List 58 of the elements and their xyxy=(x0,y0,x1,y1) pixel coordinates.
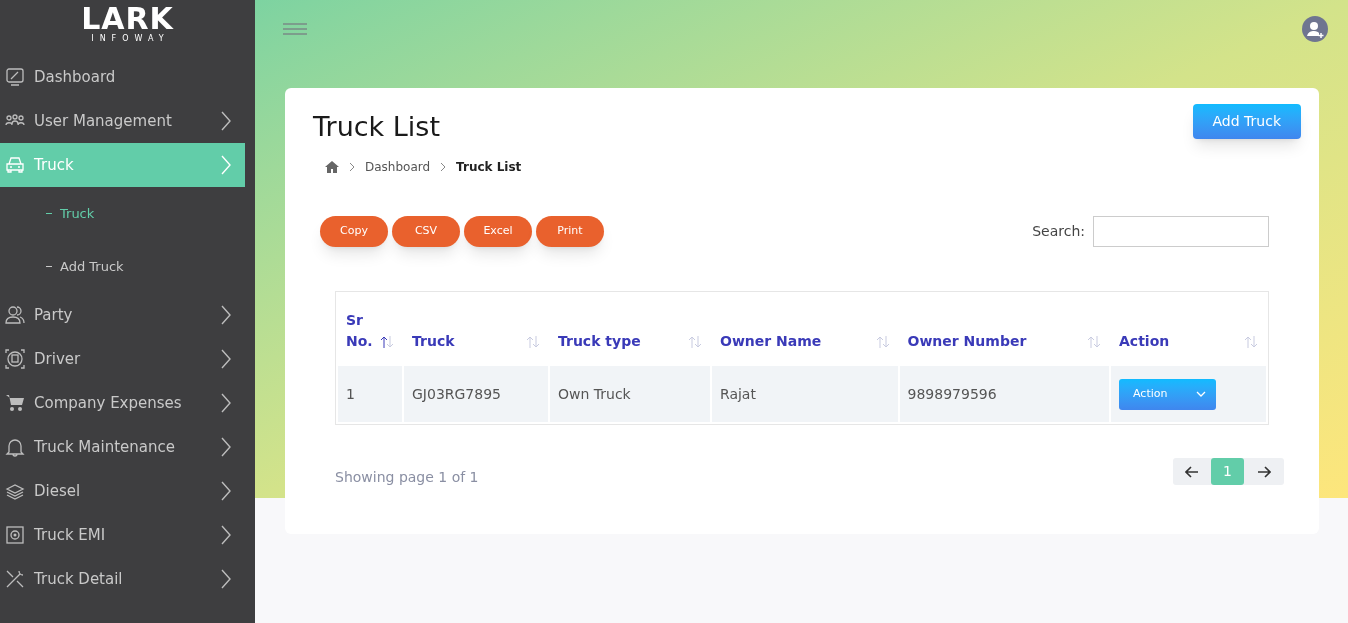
table-cell: 9898979596 xyxy=(907,385,997,402)
table-cell: 1 xyxy=(346,385,355,402)
cart-icon xyxy=(4,393,26,413)
caret-icon xyxy=(1196,391,1206,397)
search-field[interactable] xyxy=(1093,216,1269,247)
chevron-right-icon xyxy=(221,349,231,369)
column-header[interactable]: Owner Number xyxy=(907,331,1027,352)
export-button[interactable]: CSV xyxy=(392,216,460,247)
user-add-icon[interactable] xyxy=(1302,16,1328,42)
page-title: Truck List xyxy=(313,110,441,144)
table-cell: Own Truck xyxy=(557,385,631,402)
car-icon xyxy=(4,155,26,175)
export-button[interactable]: Print xyxy=(536,216,604,247)
search-label: Search: xyxy=(1032,222,1085,241)
person-frame-icon xyxy=(4,349,26,369)
sidebar-item[interactable]: Party xyxy=(0,293,245,337)
sidebar-item[interactable]: Truck Detail xyxy=(0,557,245,601)
menu-icon[interactable] xyxy=(283,22,307,36)
sidebar-item[interactable]: Company Expenses xyxy=(0,381,245,425)
sidebar-item[interactable]: Driver xyxy=(0,337,245,381)
table-cell: GJ03RG7895 xyxy=(412,385,501,402)
export-button[interactable]: Excel xyxy=(464,216,532,247)
home-icon[interactable] xyxy=(325,161,339,173)
chevron-right-icon xyxy=(221,525,231,545)
column-header[interactable]: Sr No. xyxy=(346,310,376,352)
submenu-item[interactable]: Add Truck xyxy=(0,240,255,293)
logo-text: LARK xyxy=(81,4,174,34)
chevron-right-icon xyxy=(221,111,231,131)
chevron-right-icon xyxy=(221,437,231,457)
chevron-right-icon xyxy=(221,305,231,325)
chevron-right-icon xyxy=(221,393,231,413)
page-info: Showing page 1 of 1 xyxy=(335,468,479,487)
chevron-right-icon xyxy=(440,162,447,172)
safe-icon xyxy=(4,525,26,545)
monitor-icon xyxy=(4,67,26,87)
export-button[interactable]: Copy xyxy=(320,216,388,247)
breadcrumb-link[interactable]: Truck List xyxy=(456,158,522,176)
column-header[interactable]: Truck type xyxy=(557,331,641,352)
sidebar-item[interactable]: User Management xyxy=(0,99,245,143)
submenu-item[interactable]: Truck xyxy=(0,187,255,240)
tools-icon xyxy=(4,569,26,589)
chevron-right-icon xyxy=(221,481,231,501)
sidebar-item[interactable]: Dashboard xyxy=(0,55,245,99)
bell-icon xyxy=(4,437,26,457)
column-header[interactable]: Truck xyxy=(412,331,455,352)
logo-tagline: INFOWAY xyxy=(90,34,170,44)
chevron-right-icon xyxy=(349,162,355,172)
sort-icon[interactable] xyxy=(380,335,394,349)
breadcrumb-link[interactable]: Dashboard xyxy=(365,158,431,176)
column-header[interactable]: Action xyxy=(1119,331,1170,352)
chevron-right-icon xyxy=(221,569,231,589)
sidebar-item[interactable]: Truck EMI xyxy=(0,513,245,557)
sidebar-item[interactable]: Truck Maintenance xyxy=(0,425,245,469)
users-icon xyxy=(4,305,26,325)
sidebar-item[interactable]: Diesel xyxy=(0,469,245,513)
table-cell: Rajat xyxy=(720,385,756,402)
column-header[interactable]: Owner Name xyxy=(720,331,822,352)
chevron-right-icon xyxy=(221,155,231,175)
